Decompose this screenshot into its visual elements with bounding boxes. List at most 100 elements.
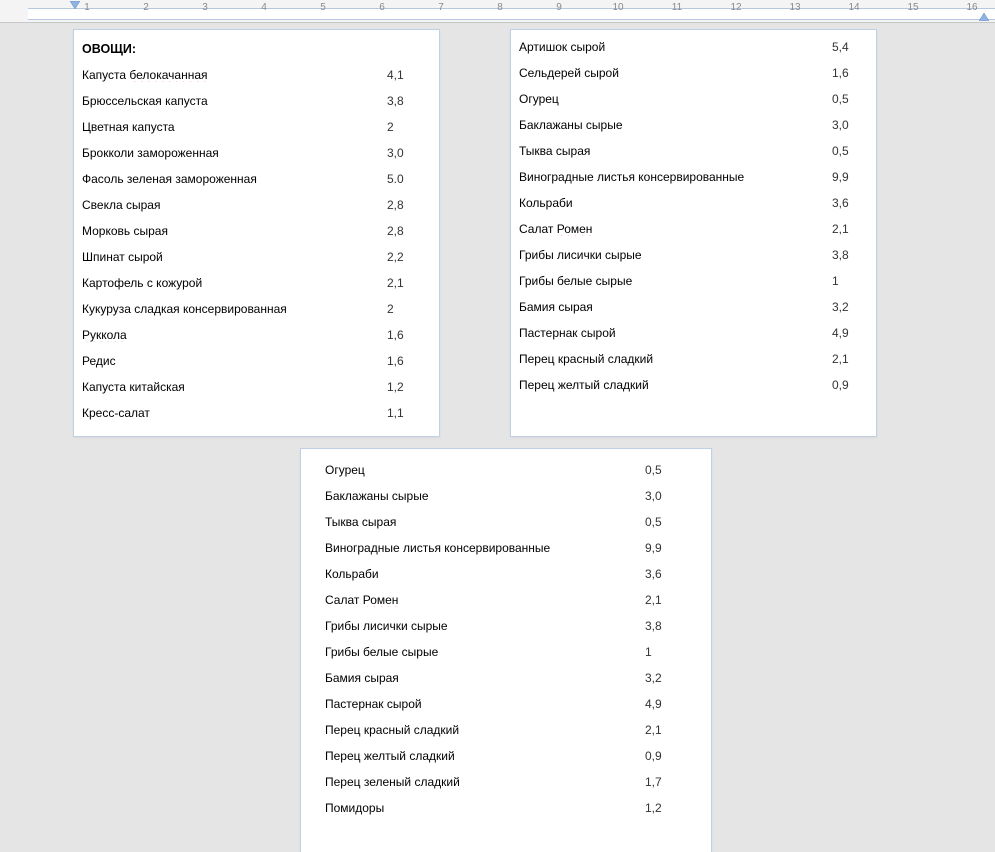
- horizontal-ruler[interactable]: 12345678910111213141516: [0, 0, 995, 23]
- item-name: Перец зеленый сладкий: [325, 775, 460, 789]
- table-row: Грибы белые сырые 1: [511, 268, 876, 294]
- table-row: Фасоль зеленая замороженная 5.0: [74, 166, 439, 192]
- item-value: 4,9: [824, 326, 868, 340]
- item-value: 3,0: [824, 118, 868, 132]
- table-row: Цветная капуста 2: [74, 114, 439, 140]
- item-value: 5.0: [379, 172, 431, 186]
- item-value: 2,1: [637, 723, 687, 737]
- section-heading: ОВОЩИ:: [74, 34, 439, 62]
- item-value: 3,8: [824, 248, 868, 262]
- item-value: 0,5: [637, 515, 687, 529]
- table-row: Грибы белые сырые1: [301, 639, 711, 665]
- item-value: 1,2: [379, 380, 431, 394]
- item-name: Свекла сырая: [82, 198, 160, 212]
- item-name: Грибы белые сырые: [519, 274, 632, 288]
- table-row: Сельдерей сырой1,6: [511, 60, 876, 86]
- page-fragment-left: ОВОЩИ: Капуста белокачанная4,1Брюссельск…: [73, 29, 440, 437]
- item-value: 1: [824, 274, 868, 288]
- item-value: 1,6: [379, 328, 431, 342]
- item-value: 2: [379, 120, 431, 134]
- ruler-number: 7: [438, 2, 444, 13]
- table-row: Перец красный сладкий2,1: [511, 346, 876, 372]
- table-row: Руккола1,6: [74, 322, 439, 348]
- item-name: Салат Ромен: [519, 222, 592, 236]
- table-row: Морковь сырая 2,8: [74, 218, 439, 244]
- item-name: Морковь сырая: [82, 224, 168, 238]
- table-row: Грибы лисички сырые 3,8: [301, 613, 711, 639]
- word-processor-viewport: 12345678910111213141516 ОВОЩИ: Капуста б…: [0, 0, 995, 852]
- item-value: 3,0: [379, 146, 431, 160]
- table-row: Свекла сырая 2,8: [74, 192, 439, 218]
- ruler-number: 6: [379, 2, 385, 13]
- item-value: 9,9: [824, 170, 868, 184]
- table-row: Капуста белокачанная4,1: [74, 62, 439, 88]
- ruler-number: 14: [848, 2, 859, 13]
- table-row: Перец зеленый сладкий1,7: [301, 769, 711, 795]
- ruler-number: 11: [672, 2, 682, 13]
- item-name: Капуста белокачанная: [82, 68, 208, 82]
- table-row: Бамия сырая 3,2: [511, 294, 876, 320]
- item-name: Пастернак сырой: [519, 326, 616, 340]
- item-name: Фасоль зеленая замороженная: [82, 172, 257, 186]
- item-value: 2,1: [379, 276, 431, 290]
- item-value: 1,2: [637, 801, 687, 815]
- table-row: Пастернак сырой 4,9: [511, 320, 876, 346]
- table-row: Кольраби 3,6: [301, 561, 711, 587]
- table-row: Виноградные листья консервированные 9,9: [301, 535, 711, 561]
- item-value: 2,8: [379, 198, 431, 212]
- ruler-number: 2: [143, 2, 149, 13]
- ruler-number: 4: [261, 2, 267, 13]
- item-value: 2,1: [637, 593, 687, 607]
- table-row: Брюссельская капуста3,8: [74, 88, 439, 114]
- table-row: Картофель с кожурой 2,1: [74, 270, 439, 296]
- item-name: Грибы лисички сырые: [519, 248, 642, 262]
- item-value: 1,1: [379, 406, 431, 420]
- item-name: Кукуруза сладкая консервированная: [82, 302, 287, 316]
- table-row: Салат Ромен 2,1: [511, 216, 876, 242]
- item-name: Тыква сырая: [519, 144, 590, 158]
- item-name: Артишок сырой: [519, 40, 605, 54]
- item-name: Картофель с кожурой: [82, 276, 202, 290]
- item-value: 0,5: [637, 463, 687, 477]
- ruler-number: 10: [612, 2, 623, 13]
- item-name: Баклажаны сырые: [519, 118, 623, 132]
- ruler-number: 16: [966, 2, 977, 13]
- ruler-number: 13: [789, 2, 800, 13]
- item-name: Помидоры: [325, 801, 384, 815]
- item-name: Перец красный сладкий: [519, 352, 653, 366]
- table-row: Баклажаны сырые 3,0: [511, 112, 876, 138]
- table-row: Капуста китайская1,2: [74, 374, 439, 400]
- item-value: 2,1: [824, 222, 868, 236]
- ruler-number: 1: [84, 2, 90, 13]
- table-row: Салат Ромен2,1: [301, 587, 711, 613]
- indent-marker-left-icon[interactable]: [70, 1, 80, 9]
- item-value: 3,2: [824, 300, 868, 314]
- item-value: 3,6: [824, 196, 868, 210]
- ruler-number: 5: [320, 2, 326, 13]
- item-value: 3,2: [637, 671, 687, 685]
- item-value: 3,8: [637, 619, 687, 633]
- item-name: Сельдерей сырой: [519, 66, 619, 80]
- item-value: 2,8: [379, 224, 431, 238]
- item-name: Брюссельская капуста: [82, 94, 208, 108]
- item-name: Виноградные листья консервированные: [325, 541, 550, 555]
- indent-marker-right-icon[interactable]: [979, 13, 989, 21]
- item-value: 0,5: [824, 144, 868, 158]
- ruler-number: 15: [907, 2, 918, 13]
- item-name: Огурец: [519, 92, 559, 106]
- table-row: Пастернак сырой4,9: [301, 691, 711, 717]
- table-row: Перец желтый сладкий0,9: [511, 372, 876, 398]
- table-row: Кольраби3,6: [511, 190, 876, 216]
- item-value: 3,6: [637, 567, 687, 581]
- item-name: Бамия сырая: [519, 300, 593, 314]
- item-name: Грибы лисички сырые: [325, 619, 448, 633]
- table-row: Тыква сырая 0,5: [511, 138, 876, 164]
- item-value: 9,9: [637, 541, 687, 555]
- document-canvas[interactable]: ОВОЩИ: Капуста белокачанная4,1Брюссельск…: [0, 23, 995, 852]
- item-name: Перец желтый сладкий: [519, 378, 649, 392]
- item-name: Виноградные листья консервированные: [519, 170, 744, 184]
- item-name: Кольраби: [325, 567, 379, 581]
- table-row: Артишок сырой5,4: [511, 34, 876, 60]
- item-name: Цветная капуста: [82, 120, 175, 134]
- table-row: Огурец0,5: [511, 86, 876, 112]
